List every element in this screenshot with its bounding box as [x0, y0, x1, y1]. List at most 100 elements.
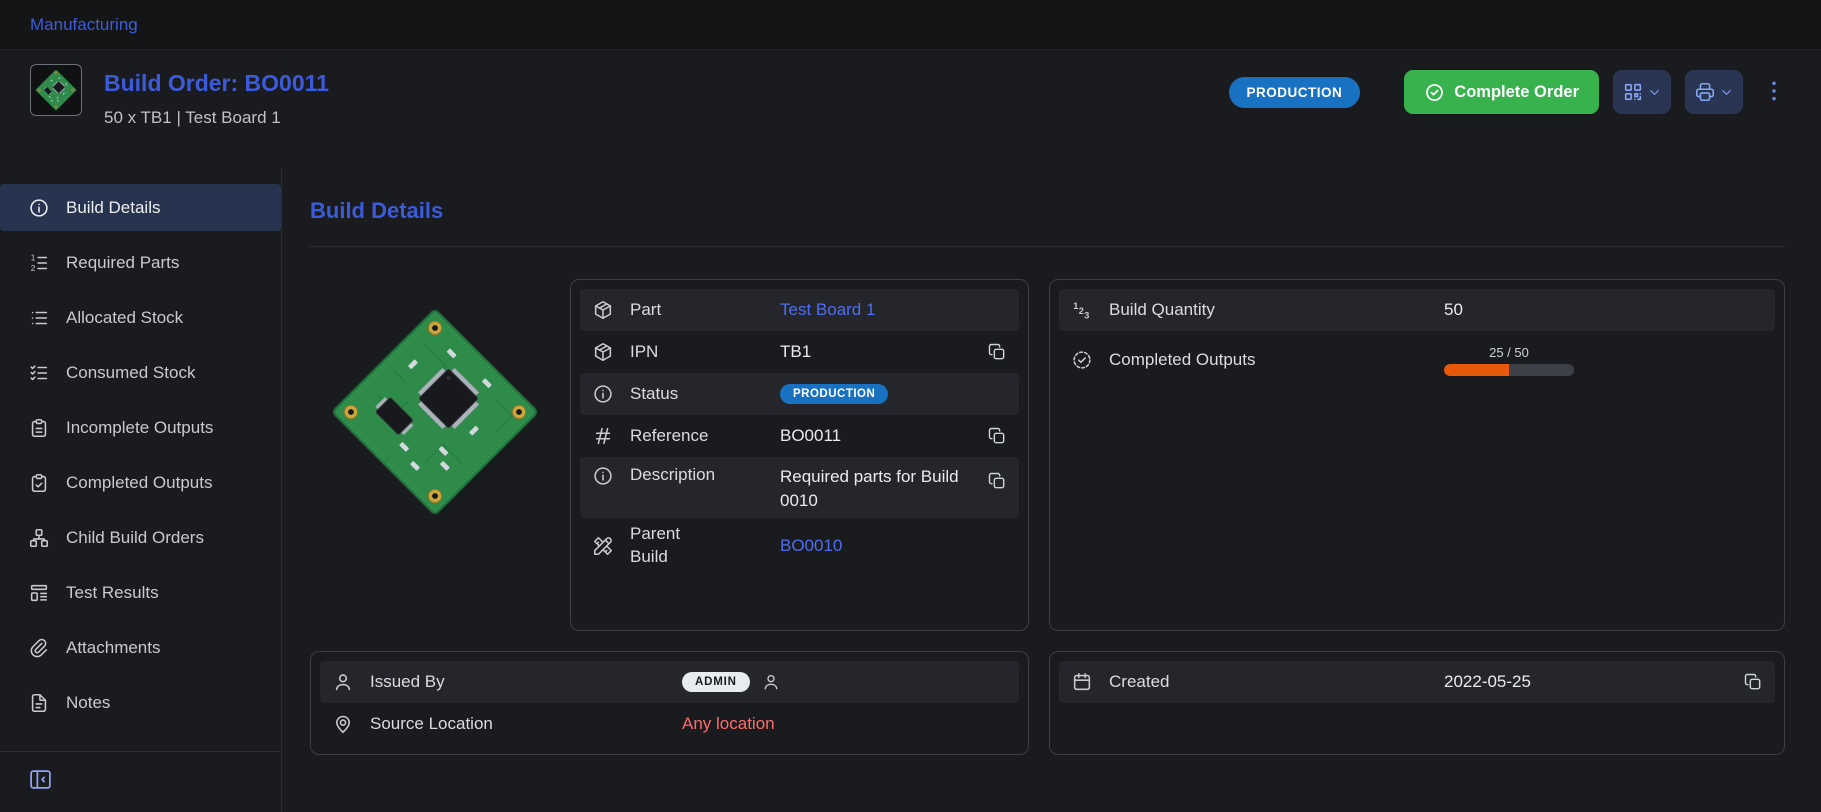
detail-label-description: Description [630, 465, 780, 485]
calendar-icon [1071, 671, 1093, 693]
sidebar-item-notes[interactable]: Notes [0, 679, 281, 726]
printer-icon [1694, 81, 1716, 103]
complete-order-button[interactable]: Complete Order [1404, 70, 1599, 114]
more-actions-button[interactable] [1761, 78, 1787, 107]
status-badge: PRODUCTION [1229, 77, 1361, 108]
copy-icon [987, 471, 1007, 491]
created-value: 2022-05-25 [1444, 672, 1531, 692]
stat-label-completed-outputs: Completed Outputs [1109, 350, 1255, 370]
progress-label: 25 / 50 [1489, 345, 1529, 360]
user-icon [332, 671, 354, 693]
sidebar-item-incomplete-outputs[interactable]: Incomplete Outputs [0, 404, 281, 451]
sidebar-item-allocated-stock[interactable]: Allocated Stock [0, 294, 281, 341]
clipboard-check-icon [28, 472, 50, 494]
copy-button[interactable] [987, 342, 1007, 362]
row-issued-by: Issued By ADMIN [320, 661, 1019, 703]
completed-outputs-progress: 25 / 50 [1444, 345, 1574, 376]
build-stats-panel: Build Quantity 50 Completed Outputs 25 /… [1049, 279, 1785, 631]
list-check-icon [28, 362, 50, 384]
detail-row-ipn: IPN TB1 [580, 331, 1019, 373]
detail-row-description: Description Required parts for Build 001… [580, 457, 1019, 518]
title-block: Build Order: BO0011 50 x TB1 | Test Boar… [104, 64, 329, 128]
detail-row-parent-build: Parent Build BO0010 [580, 518, 1019, 574]
copy-icon [987, 342, 1007, 362]
dots-vertical-icon [1761, 78, 1787, 104]
sidebar-item-required-parts[interactable]: Required Parts [0, 239, 281, 286]
clipboard-icon [28, 417, 50, 439]
notes-icon [28, 692, 50, 714]
clock-check-icon [1071, 349, 1093, 371]
test-results-icon [28, 582, 50, 604]
detail-label-part: Part [630, 300, 780, 320]
part-link[interactable]: Test Board 1 [780, 300, 875, 320]
label-created: Created [1109, 672, 1169, 692]
sidebar-item-label: Consumed Stock [66, 363, 195, 383]
sidebar-footer [0, 751, 281, 812]
section-title: Build Details [310, 198, 1785, 224]
copy-button[interactable] [987, 426, 1007, 446]
package-icon [592, 299, 614, 321]
progress-track [1444, 364, 1574, 376]
sidebar-item-build-details[interactable]: Build Details [0, 184, 281, 231]
reference-value: BO0011 [780, 426, 841, 446]
part-image [320, 297, 550, 527]
label-source-location: Source Location [370, 714, 493, 734]
build-details-panel: Part Test Board 1 IPN TB1 Status PRODUCT… [570, 279, 1029, 631]
circle-check-icon [1424, 82, 1445, 103]
parent-build-link[interactable]: BO0010 [780, 536, 842, 556]
detail-row-status: Status PRODUCTION [580, 373, 1019, 415]
info-circle-icon [28, 197, 50, 219]
copy-button[interactable] [987, 471, 1007, 491]
print-actions-button[interactable] [1685, 70, 1743, 114]
map-pin-icon [332, 713, 354, 735]
label-issued-by: Issued By [370, 672, 445, 692]
info-circle-icon [592, 383, 614, 405]
detail-label-status: Status [630, 384, 780, 404]
collapse-sidebar-button[interactable] [28, 767, 53, 795]
row-source-location: Source Location Any location [320, 703, 1019, 745]
copy-icon [1743, 672, 1763, 692]
barcode-actions-button[interactable] [1613, 70, 1671, 114]
user-icon [761, 672, 781, 692]
sidebar-collapse-icon [28, 767, 53, 792]
created-panel: Created 2022-05-25 [1049, 651, 1785, 755]
detail-row-reference: Reference BO0011 [580, 415, 1019, 457]
qrcode-icon [1622, 81, 1644, 103]
detail-label-parent-build: Parent Build [630, 523, 780, 569]
part-thumbnail-image[interactable] [30, 64, 82, 116]
sidebar-item-label: Required Parts [66, 253, 179, 273]
copy-icon [987, 426, 1007, 446]
stat-row-build-quantity: Build Quantity 50 [1059, 289, 1775, 331]
sidebar-item-label: Test Results [66, 583, 159, 603]
sidebar-item-completed-outputs[interactable]: Completed Outputs [0, 459, 281, 506]
detail-label-ipn: IPN [630, 342, 780, 362]
complete-order-label: Complete Order [1454, 83, 1579, 102]
paperclip-icon [28, 637, 50, 659]
sidebar-item-label: Child Build Orders [66, 528, 204, 548]
detail-label-reference: Reference [630, 426, 780, 446]
issued-by-badge: ADMIN [682, 672, 750, 692]
breadcrumb-link-manufacturing[interactable]: Manufacturing [30, 15, 138, 35]
numbers-123-icon [1071, 299, 1093, 321]
tools-icon [592, 535, 614, 557]
main-content: Build Details Part Test Board 1 IPN [282, 168, 1821, 812]
issue-info-panel: Issued By ADMIN Source Location Any loca… [310, 651, 1029, 755]
divider [310, 246, 1785, 247]
header-actions: PRODUCTION Complete Order [1229, 64, 1787, 114]
sitemap-icon [28, 527, 50, 549]
sidebar-item-consumed-stock[interactable]: Consumed Stock [0, 349, 281, 396]
source-location-value: Any location [682, 714, 775, 734]
list-icon [28, 307, 50, 329]
sidebar-item-test-results[interactable]: Test Results [0, 569, 281, 616]
status-badge: PRODUCTION [780, 384, 888, 404]
sidebar-item-attachments[interactable]: Attachments [0, 624, 281, 671]
chevron-down-icon [1647, 85, 1662, 100]
stat-row-completed-outputs: Completed Outputs 25 / 50 [1059, 331, 1775, 389]
hash-icon [592, 425, 614, 447]
stat-label-build-quantity: Build Quantity [1109, 300, 1215, 320]
detail-row-part: Part Test Board 1 [580, 289, 1019, 331]
sidebar-item-label: Completed Outputs [66, 473, 212, 493]
sidebar-item-child-build-orders[interactable]: Child Build Orders [0, 514, 281, 561]
copy-button[interactable] [1743, 672, 1763, 692]
list-numbers-icon [28, 252, 50, 274]
